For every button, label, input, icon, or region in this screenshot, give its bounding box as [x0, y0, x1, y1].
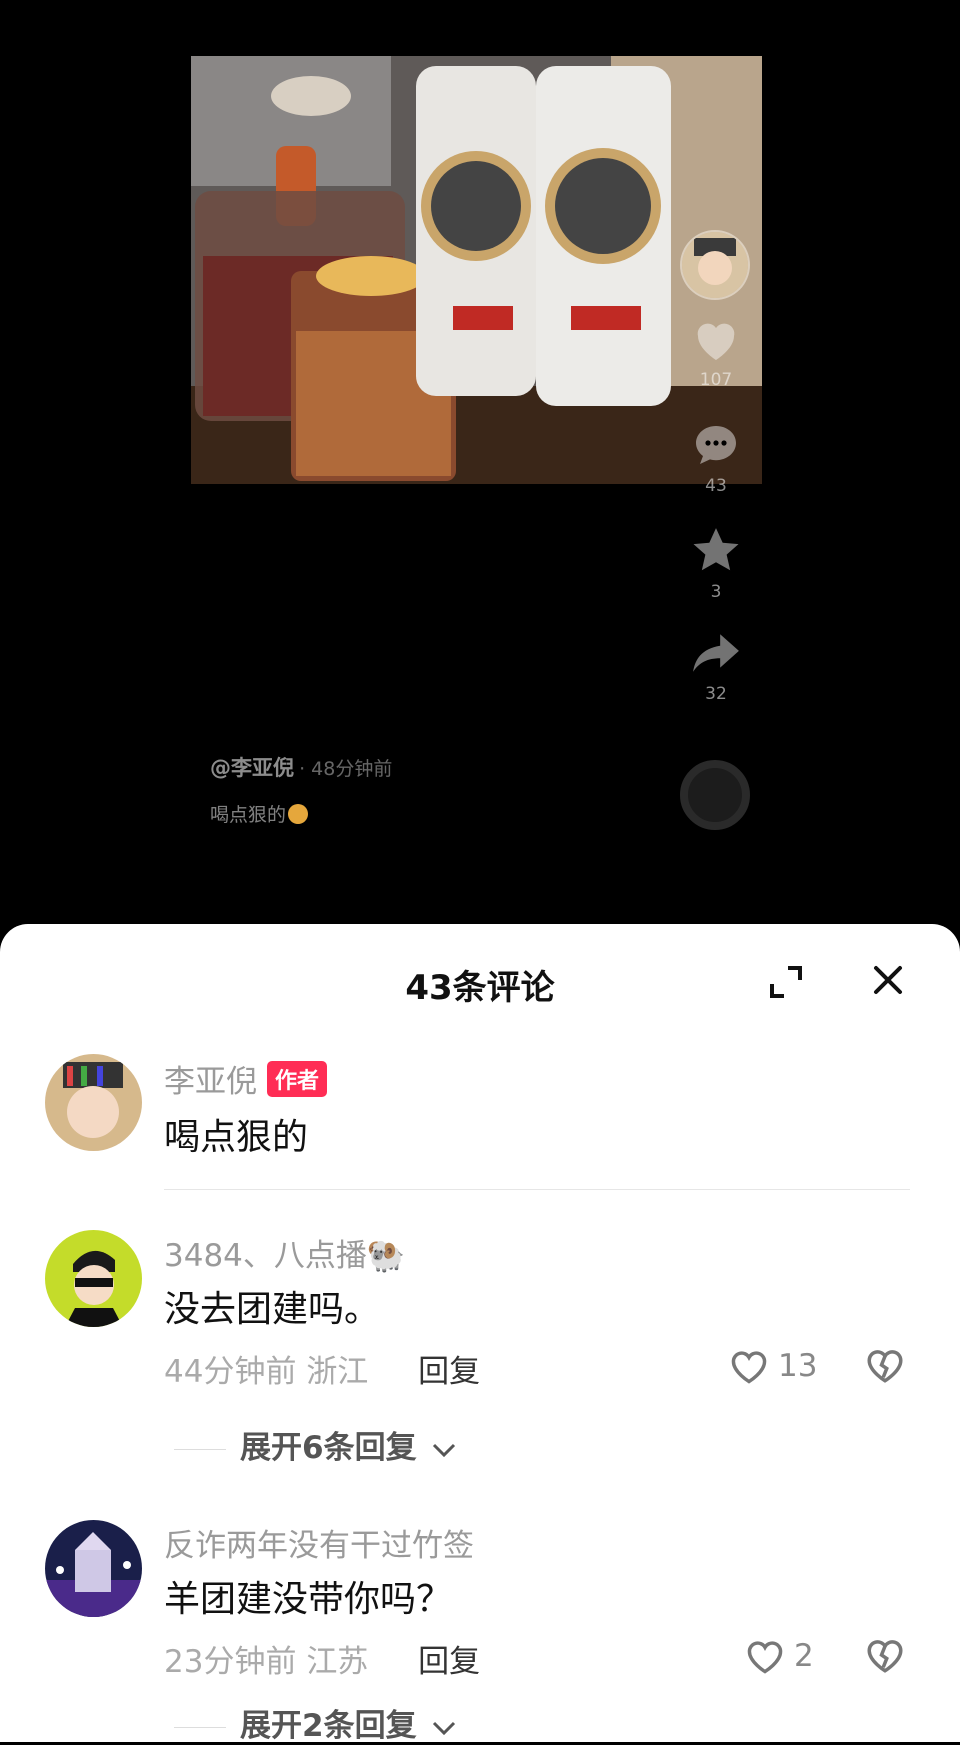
- comment-meta: 23分钟前 江苏 回复: [164, 1636, 480, 1681]
- share-arrow-icon: [693, 634, 739, 672]
- author-badge: 作者: [267, 1061, 328, 1097]
- share-action[interactable]: 32: [676, 630, 756, 704]
- divider: [164, 1189, 910, 1190]
- like-count: 107: [699, 370, 733, 390]
- comment-meta: 44分钟前 浙江 回复: [164, 1346, 480, 1391]
- broken-heart-icon[interactable]: [864, 1344, 906, 1386]
- comments-sheet: 43条评论 李亚倪 作者 喝点狠的 3484、八点播🐏 没去团建吗。 44分钟前…: [0, 924, 960, 1745]
- share-count: 32: [705, 684, 727, 704]
- creator-avatar[interactable]: [680, 230, 750, 300]
- divider: [174, 1727, 226, 1728]
- heart-icon: [697, 323, 735, 360]
- post-time: · 48分钟前: [299, 758, 393, 780]
- comment-text: 羊团建没带你吗？: [164, 1579, 453, 1620]
- expand-icon[interactable]: [768, 964, 804, 1000]
- chevron-down-icon: [433, 1443, 456, 1457]
- reply-button[interactable]: 回复: [418, 1354, 480, 1390]
- expand-replies-button[interactable]: 展开6条回复: [174, 1422, 457, 1467]
- chevron-down-icon: [433, 1721, 456, 1735]
- favorite-action[interactable]: 3: [676, 526, 756, 602]
- expand-replies-button[interactable]: 展开2条回复: [174, 1700, 457, 1745]
- star-icon: [693, 528, 739, 571]
- comment-location: 浙江: [306, 1354, 369, 1390]
- comment-count: 43: [705, 476, 727, 496]
- comment-location: 江苏: [306, 1644, 369, 1680]
- broken-heart-icon[interactable]: [864, 1634, 906, 1676]
- post-photo[interactable]: [191, 56, 762, 484]
- close-icon[interactable]: [868, 960, 908, 1000]
- like-action[interactable]: 107: [676, 318, 756, 390]
- avatar[interactable]: [45, 1520, 142, 1617]
- heart-outline-icon: [747, 1641, 783, 1674]
- post-caption-row: 喝点狠的: [210, 800, 392, 827]
- comment-author[interactable]: 3484、八点播🐏: [164, 1230, 406, 1275]
- comment-like-button[interactable]: 13: [728, 1344, 817, 1388]
- post-caption: 喝点狠的: [210, 804, 287, 826]
- comments-title: 43条评论: [405, 968, 555, 1008]
- favorite-count: 3: [710, 582, 722, 602]
- reply-button[interactable]: 回复: [418, 1644, 480, 1680]
- music-disc-icon[interactable]: [680, 760, 750, 830]
- heart-outline-icon: [731, 1351, 767, 1384]
- comment-author[interactable]: 反诈两年没有干过竹签: [164, 1520, 474, 1565]
- post-author[interactable]: @李亚倪: [210, 756, 294, 780]
- comment-time: 44分钟前: [164, 1354, 297, 1390]
- post-info: @李亚倪 · 48分钟前 喝点狠的: [210, 752, 392, 827]
- avatar[interactable]: [45, 1230, 142, 1327]
- smile-emoji-icon: [288, 804, 309, 824]
- video-area[interactable]: 107 43 3 32 @李亚倪 · 48分钟前 喝点狠的: [0, 0, 960, 930]
- divider: [174, 1449, 226, 1450]
- comment-action[interactable]: 43: [676, 422, 756, 496]
- comment-text: 没去团建吗。: [164, 1289, 381, 1330]
- comment-like-count: 2: [794, 1638, 814, 1674]
- comment-author[interactable]: 李亚倪 作者: [164, 1056, 328, 1101]
- comment-time: 23分钟前: [164, 1644, 297, 1680]
- comment-like-button[interactable]: 2: [744, 1634, 814, 1678]
- avatar[interactable]: [45, 1054, 142, 1151]
- comment-bubble-icon: [696, 426, 736, 464]
- comment-like-count: 13: [778, 1348, 818, 1384]
- comment-text: 喝点狠的: [164, 1117, 309, 1158]
